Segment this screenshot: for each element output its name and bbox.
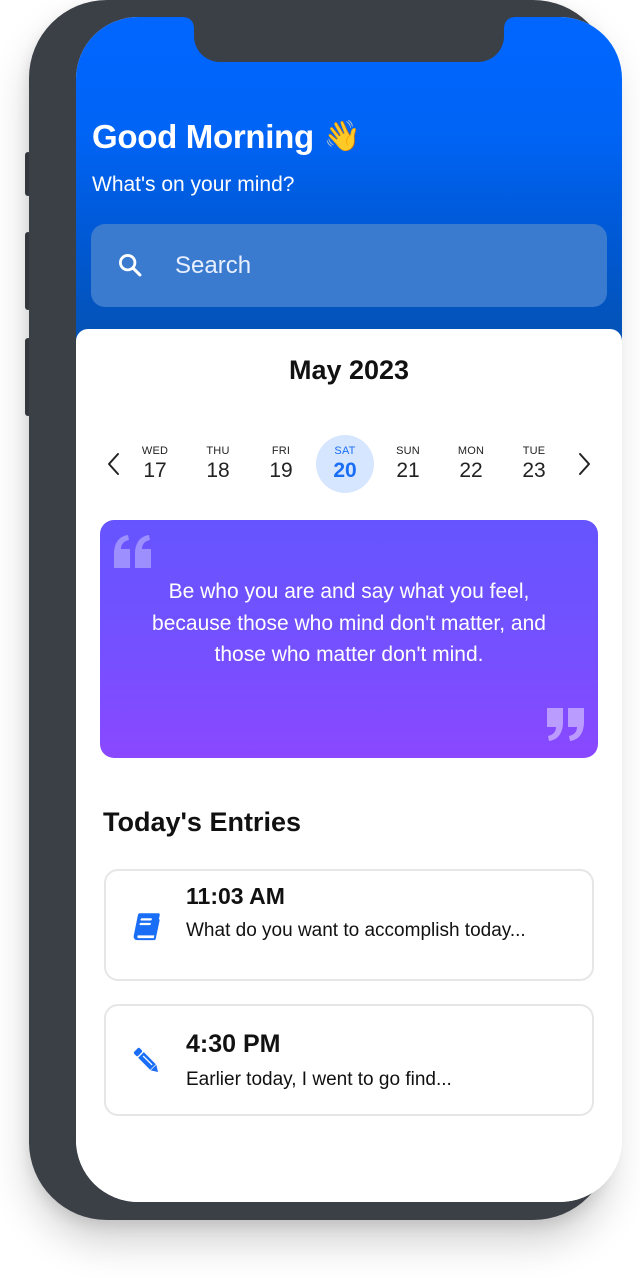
search-input[interactable]: [173, 246, 577, 286]
greeting-title: Good Morning 👋: [92, 118, 361, 156]
close-quote-icon: [547, 708, 584, 741]
day-number: 23: [522, 459, 546, 482]
book-icon: [133, 913, 160, 941]
device-mockup: Good Morning 👋 What's on your mind? May …: [0, 0, 640, 1278]
day-of-week: FRI: [271, 445, 291, 457]
main-content: May 2023 WED 17 THU 18 FRI 19 SAT 20 SUN…: [76, 329, 622, 1202]
day-sat-20-selected[interactable]: SAT 20: [316, 435, 374, 493]
greeting-subtitle: What's on your mind?: [92, 173, 295, 196]
open-quote-icon: [114, 535, 151, 568]
day-fri-19[interactable]: FRI 19: [252, 435, 310, 493]
pencil-icon: [133, 1047, 159, 1073]
day-mon-22[interactable]: MON 22: [442, 435, 500, 493]
waving-hand-icon: 👋: [323, 120, 361, 153]
week-strip: WED 17 THU 18 FRI 19 SAT 20 SUN 21 MON 2…: [124, 435, 564, 495]
day-number: 21: [396, 459, 420, 482]
day-of-week: SUN: [396, 445, 420, 457]
day-of-week: WED: [141, 445, 169, 457]
day-of-week: MON: [457, 445, 485, 457]
day-sun-21[interactable]: SUN 21: [379, 435, 437, 493]
day-number: 18: [206, 459, 230, 482]
day-wed-17[interactable]: WED 17: [126, 435, 184, 493]
entry-time: 11:03 AM: [186, 883, 285, 909]
day-number: 20: [333, 459, 357, 482]
greeting-text: Good Morning: [92, 118, 314, 155]
chevron-left-icon[interactable]: [102, 449, 126, 479]
phone-frame: Good Morning 👋 What's on your mind? May …: [29, 0, 622, 1220]
day-thu-18[interactable]: THU 18: [189, 435, 247, 493]
day-of-week: SAT: [334, 445, 356, 457]
notch: [184, 17, 514, 62]
quote-text: Be who you are and say what you feel, be…: [152, 580, 546, 666]
day-tue-23[interactable]: TUE 23: [505, 435, 563, 493]
header: Good Morning 👋 What's on your mind?: [76, 17, 622, 342]
phone-screen: Good Morning 👋 What's on your mind? May …: [76, 17, 622, 1202]
entry-time: 4:30 PM: [186, 1030, 281, 1058]
chevron-right-icon[interactable]: [572, 449, 596, 479]
day-of-week: THU: [206, 445, 230, 457]
entry-preview: Earlier today, I went to go find...: [186, 1069, 452, 1090]
month-label: May 2023: [288, 355, 410, 385]
entry-card[interactable]: 4:30 PM Earlier today, I went to go find…: [104, 1004, 594, 1116]
quote-card: Be who you are and say what you feel, be…: [100, 520, 598, 758]
search-bar[interactable]: [91, 224, 607, 307]
day-number: 17: [143, 459, 167, 482]
entries-section-title: Today's Entries: [103, 807, 301, 837]
search-icon: [119, 254, 142, 277]
day-number: 19: [269, 459, 293, 482]
day-of-week: TUE: [522, 445, 546, 457]
day-number: 22: [459, 459, 483, 482]
entry-preview: What do you want to accomplish today...: [186, 920, 526, 941]
entry-card[interactable]: 11:03 AM What do you want to accomplish …: [104, 869, 594, 981]
